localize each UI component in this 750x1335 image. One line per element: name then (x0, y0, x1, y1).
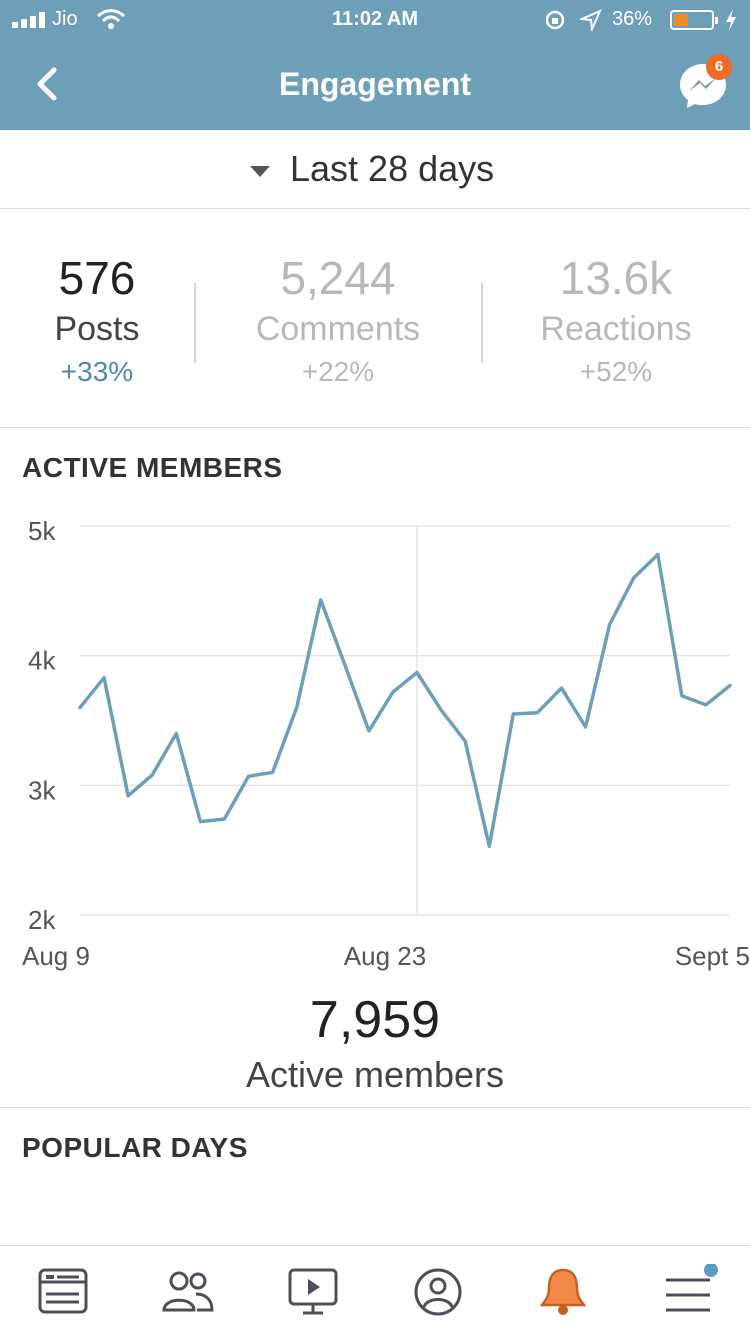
date-range-selector[interactable]: Last 28 days (0, 130, 750, 209)
menu-icon (666, 1263, 718, 1312)
stat-change: +22% (301, 356, 375, 387)
y-tick-label: 3k (28, 775, 56, 805)
tab-groups[interactable] (158, 1264, 218, 1320)
caret-down-icon (250, 166, 270, 177)
x-tick-label: Aug 23 (344, 941, 426, 971)
section-title-popular-days: POPULAR DAYS (22, 1132, 248, 1163)
y-tick-label: 4k (28, 646, 56, 676)
messenger-badge: 6 (706, 54, 732, 80)
tab-profile[interactable] (408, 1264, 468, 1320)
x-tick-label: Sept 5 (675, 941, 750, 971)
series-line (78, 552, 732, 849)
battery-icon (670, 10, 718, 30)
battery-percent: 36% (612, 8, 653, 30)
stat-label: Reactions (540, 310, 692, 348)
active-members-total: 7,959 (309, 991, 441, 1049)
stat-value: 13.6k (559, 252, 673, 304)
rotation-lock-icon (545, 10, 565, 30)
tab-watch[interactable] (283, 1264, 343, 1320)
tab-menu[interactable] (658, 1263, 718, 1320)
stat-label: Posts (54, 310, 140, 348)
section-divider (0, 427, 750, 428)
divider (194, 283, 196, 363)
watch-icon (288, 1268, 338, 1315)
page-title: Engagement (278, 66, 472, 102)
tab-notifications[interactable] (533, 1264, 593, 1320)
menu-notification-dot (704, 1263, 718, 1277)
messenger-button[interactable]: 6 (676, 54, 732, 112)
news-feed-icon (38, 1268, 88, 1314)
x-tick-label: Aug 9 (22, 941, 90, 971)
stat-posts[interactable]: 576 Posts +33% (0, 250, 217, 392)
y-tick-label: 2k (28, 905, 56, 935)
active-members-chart: 5k 4k 3k 2k Aug 9 Aug 23 Sept 5 (22, 516, 750, 971)
notifications-bell-icon (539, 1268, 587, 1315)
section-title-active-members: ACTIVE MEMBERS (22, 452, 283, 483)
charging-icon (726, 9, 736, 31)
stat-change: +33% (60, 356, 134, 387)
divider (481, 283, 483, 363)
location-icon (580, 9, 602, 31)
groups-icon (162, 1271, 214, 1312)
tab-news-feed[interactable] (33, 1264, 93, 1320)
bottom-tab-bar (0, 1245, 750, 1335)
stat-value: 5,244 (280, 252, 396, 304)
active-members-total-label: Active members (245, 1054, 505, 1095)
stat-change: +52% (579, 356, 653, 387)
stat-label: Comments (255, 310, 421, 348)
stat-comments[interactable]: 5,244 Comments +22% (218, 250, 458, 392)
y-tick-label: 5k (28, 516, 56, 546)
stat-reactions[interactable]: 13.6k Reactions +52% (496, 250, 736, 392)
app-header: Jio 11:02 AM 36% Engagement 6 (0, 0, 750, 130)
profile-icon (414, 1268, 462, 1316)
date-range-label: Last 28 days (290, 148, 495, 189)
stat-value: 576 (58, 252, 136, 304)
section-divider (0, 1107, 750, 1108)
